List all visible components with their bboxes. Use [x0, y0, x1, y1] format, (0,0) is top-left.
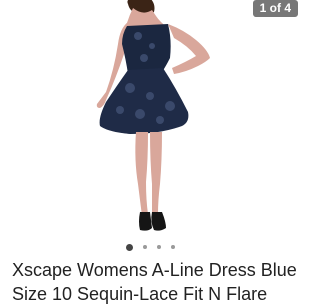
carousel-dot[interactable] [156, 245, 161, 249]
carousel-dot-active[interactable] [125, 243, 133, 251]
product-title: Xscape Womens A-Line Dress Blue Size 10 … [12, 260, 297, 304]
carousel-dot[interactable] [170, 245, 175, 249]
product-image-gallery[interactable]: 1 of 4 [0, 0, 300, 238]
image-counter-badge: 1 of 4 [252, 0, 298, 17]
carousel-dot[interactable] [142, 245, 147, 249]
product-photo[interactable] [0, 0, 300, 238]
carousel-pagination [0, 242, 300, 252]
